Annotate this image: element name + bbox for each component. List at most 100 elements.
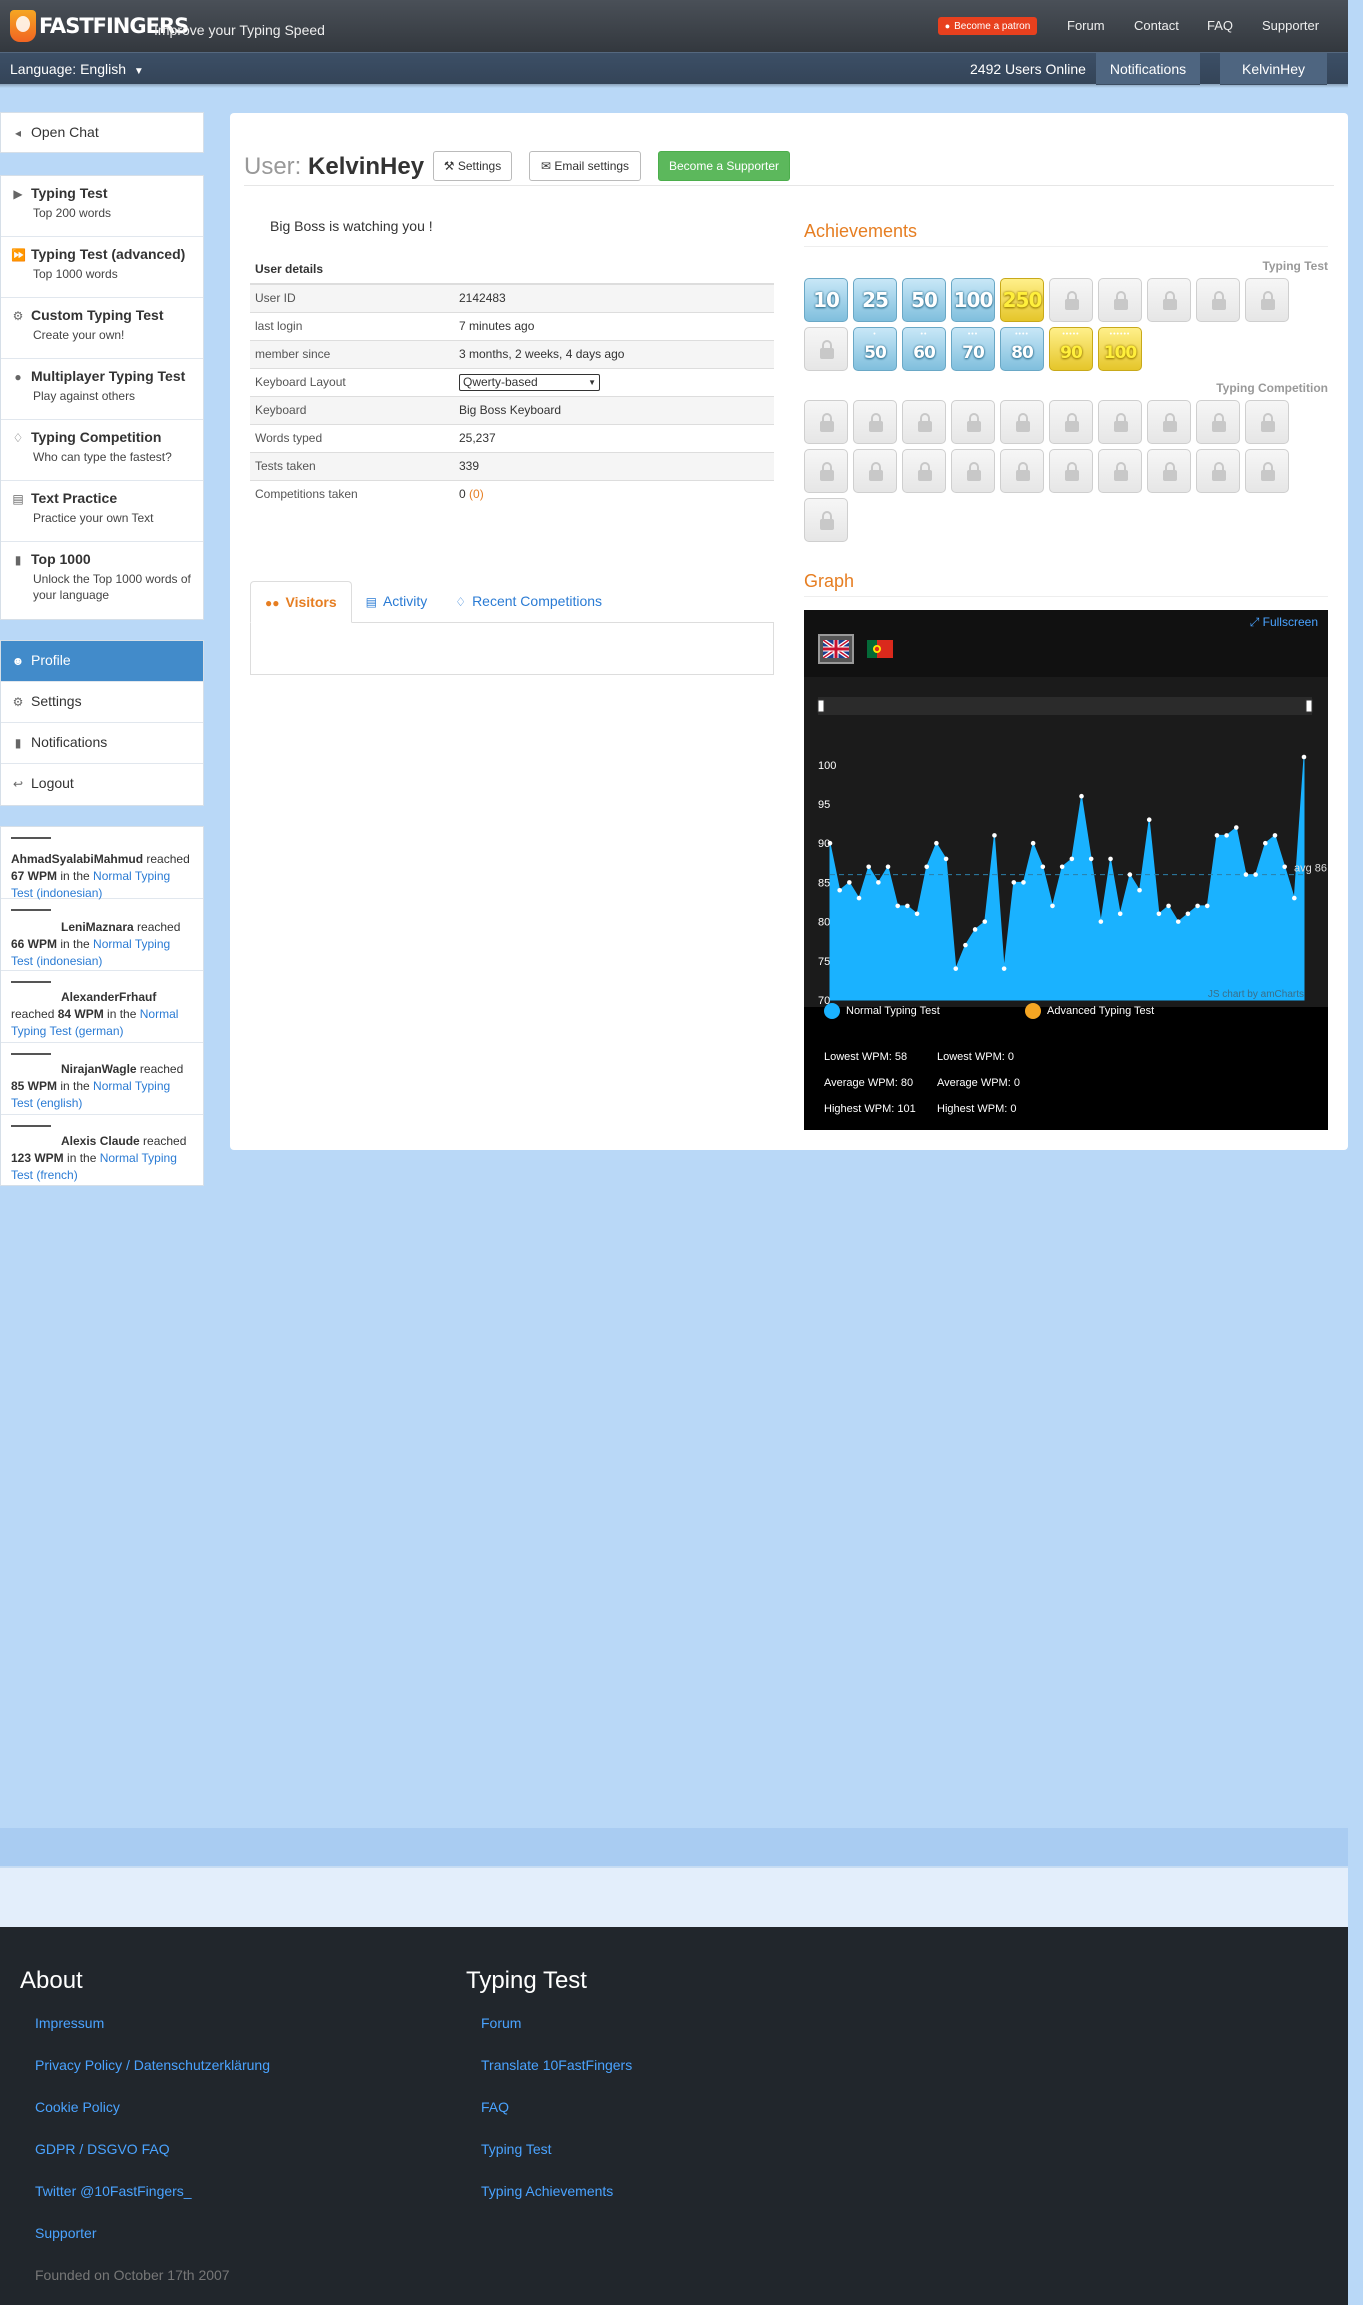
activity-avatar-placeholder [11, 1125, 51, 1127]
nav-faq[interactable]: FAQ [1207, 18, 1233, 33]
footer-link[interactable]: Typing Achievements [481, 2183, 613, 2199]
activity-user[interactable]: NirajanWagle [61, 1062, 137, 1076]
data-point [847, 880, 852, 885]
badge-label: 50 [911, 288, 938, 312]
data-point [905, 903, 910, 909]
legend-dot [1025, 1003, 1041, 1019]
footer-link[interactable]: Typing Test [481, 2141, 552, 2157]
activity-text: in the [57, 937, 94, 951]
divider [244, 185, 1334, 186]
email-settings-button[interactable]: ✉ Email settings [529, 151, 641, 181]
footer-link[interactable]: Forum [481, 2015, 521, 2031]
lock-icon [1147, 449, 1191, 493]
badge-label: 70 [962, 343, 985, 363]
data-point [963, 942, 968, 948]
become-supporter-button[interactable]: Become a Supporter [658, 151, 790, 181]
page-title-username: KelvinHey [308, 153, 425, 180]
activity-user[interactable]: AlexanderFrhauf [61, 990, 156, 1004]
detail-value: 0 (0) [454, 479, 774, 508]
navbar-shadow [0, 84, 1348, 88]
data-point [1069, 856, 1075, 862]
sidebar-item-text-practice[interactable]: ▤ Text Practice Practice your own Text [1, 481, 203, 542]
legend-advanced[interactable]: Advanced Typing Test [1025, 1003, 1154, 1019]
wpm-graph: ⤢ Fullscreen 70 75 80 85 90 95 100 avg 86 JS cha… [804, 610, 1328, 1130]
badge-dots: ••••• [1062, 331, 1080, 338]
footer-link[interactable]: Twitter @10FastFingers_ [35, 2183, 192, 2199]
tab-label: Recent Competitions [472, 593, 603, 609]
detail-value: Qwerty-based ▼ [454, 367, 774, 396]
data-point [1301, 754, 1307, 760]
data-point [1011, 880, 1017, 885]
footer-link[interactable]: Translate 10FastFingers [481, 2057, 632, 2073]
footer-link[interactable]: Supporter [35, 2225, 96, 2241]
language-dropdown[interactable]: Language: English ▼ [10, 61, 144, 77]
nav-forum[interactable]: Forum [1067, 18, 1105, 33]
lock-icon [1147, 278, 1191, 322]
sidebar-item-competition[interactable]: ♢ Typing Competition Who can type the fas… [1, 420, 203, 481]
table-row: User ID 2142483 [250, 283, 774, 312]
tab-recent-competitions[interactable]: ♢ Recent Competitions [441, 581, 616, 623]
user-details-header: User details [250, 254, 774, 285]
users-online-count: 2492 Users Online [970, 61, 1086, 77]
footer-link[interactable]: GDPR / DSGVO FAQ [35, 2141, 170, 2157]
sidebar-item-subtitle: Who can type the fastest? [33, 450, 172, 464]
achievements-heading: Achievements [804, 221, 918, 241]
tab-visitors[interactable]: ●● Visitors [250, 581, 352, 623]
sidebar-item-logout[interactable]: ↩ Logout [1, 764, 203, 805]
founded-date: Founded on October 17th 2007 [35, 2267, 230, 2283]
data-point [1021, 880, 1026, 885]
user-menu-tab[interactable]: KelvinHey [1220, 53, 1327, 85]
table-row: Words typed 25,237 [250, 423, 774, 452]
data-point [1185, 911, 1191, 917]
achievement-badge: ••• 70 [951, 327, 995, 371]
footer-link[interactable]: Impressum [35, 2015, 104, 2031]
activity-avatar-placeholder [11, 837, 51, 839]
nav-contact[interactable]: Contact [1134, 18, 1179, 33]
footer-link[interactable]: Privacy Policy / Datenschutzerklärung [35, 2057, 270, 2073]
become-patron-button[interactable]: Become a patron [938, 17, 1037, 35]
uk-flag-icon[interactable] [818, 634, 854, 664]
sidebar-item-settings[interactable]: ⚙ Settings [1, 682, 203, 723]
sidebar-item-typing-test[interactable]: ▶ Typing Test Top 200 words [1, 176, 203, 237]
nav-supporter[interactable]: Supporter [1262, 18, 1319, 33]
activity-user[interactable]: Alexis Claude [61, 1134, 140, 1148]
profile-panel: User: KelvinHey ⚒ Settings ✉ Email setti… [230, 113, 1348, 1150]
legend-dot [824, 1003, 840, 1019]
keyboard-layout-select[interactable]: Qwerty-based ▼ [459, 373, 600, 391]
legend-normal[interactable]: Normal Typing Test [824, 1003, 1025, 1019]
fullscreen-button[interactable]: ⤢ Fullscreen [1250, 615, 1318, 630]
page-title-prefix: User: [244, 153, 302, 180]
badge-dots: •••••• [1109, 331, 1131, 338]
data-point [1292, 895, 1297, 901]
sidebar-item-profile[interactable]: ☻ Profile [1, 641, 203, 682]
footer-link[interactable]: FAQ [481, 2099, 509, 2115]
sidebar-item-custom-typing-test[interactable]: ⚙ Custom Typing Test Create your own! [1, 298, 203, 359]
achievement-badge: •••••• 100 [1098, 327, 1142, 371]
data-point [1233, 825, 1239, 830]
badge-label: 250 [1002, 288, 1043, 312]
notifications-tab[interactable]: Notifications [1096, 53, 1200, 85]
sidebar-menu: ▶ Typing Test Top 200 words ⏩ Typing Test … [0, 175, 204, 620]
sidebar-item-multiplayer[interactable]: ● Multiplayer Typing Test Play against ot… [1, 359, 203, 420]
sidebar-item-subtitle: Unlock the Top 1000 words of your langua… [33, 572, 191, 602]
detail-value: 3 months, 2 weeks, 4 days ago [454, 339, 774, 368]
sidebar-item-top-1000[interactable]: ▮ Top 1000 Unlock the Top 1000 words of y… [1, 542, 203, 619]
portugal-flag-icon[interactable] [862, 634, 898, 664]
open-chat-button[interactable]: ◂ Open Chat [1, 113, 203, 149]
sidebar-item-typing-test-advanced[interactable]: ⏩ Typing Test (advanced) Top 1000 words [1, 237, 203, 298]
activity-text: in the [103, 1007, 140, 1021]
tab-activity[interactable]: ▤ Activity [352, 581, 442, 623]
sign-out-icon: ↩ [12, 777, 24, 791]
file-icon: ▤ [12, 492, 24, 506]
activity-user[interactable]: AhmadSyalabiMahmud [11, 852, 143, 866]
expand-icon: ⤢ [1249, 615, 1260, 629]
data-point [943, 856, 949, 862]
data-point [837, 887, 842, 893]
activity-user[interactable]: LeniMaznara [61, 920, 134, 934]
keyboard-layout-value: Qwerty-based [463, 375, 538, 389]
scrollbar-handle-left [817, 699, 825, 713]
footer-link[interactable]: Cookie Policy [35, 2099, 120, 2115]
sidebar-item-notifications[interactable]: ▮ Notifications [1, 723, 203, 764]
settings-button[interactable]: ⚒ Settings [433, 151, 512, 181]
lock-icon [1245, 400, 1289, 444]
